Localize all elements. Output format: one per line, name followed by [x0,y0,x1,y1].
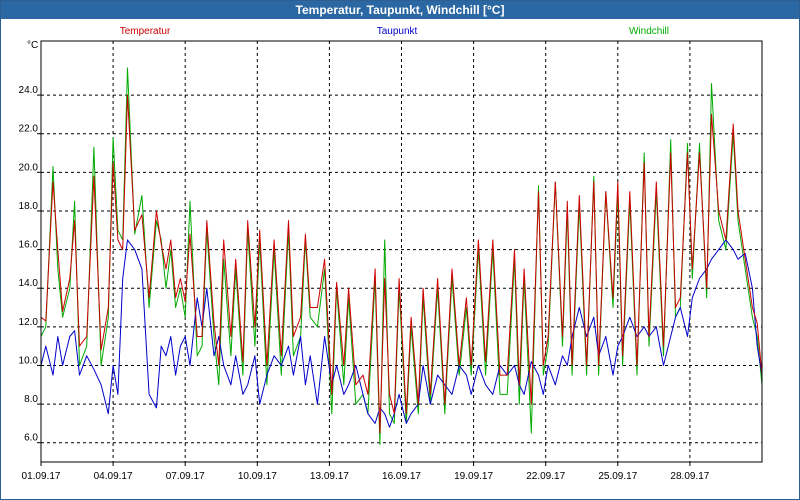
x-tick-label: 22.09.17 [526,471,565,482]
legend-windchill: Windchill [629,26,669,37]
x-tick-label: 01.09.17 [22,471,61,482]
window-title: Temperatur, Taupunkt, Windchill [°C] [1,1,799,19]
x-tick-label: 04.09.17 [94,471,133,482]
y-tick-label: 16.0 [19,240,39,251]
legend: Temperatur Taupunkt Windchill [120,26,669,37]
x-tick-label: 25.09.17 [598,471,637,482]
x-tick-label: 19.09.17 [454,471,493,482]
x-tick-label: 07.09.17 [166,471,205,482]
line-chart: 6.0 8.0 10.0 12.0 14.0 16.0 18.0 20.0 22.0 24.0 0… [19,26,763,482]
x-tick-label: 10.09.17 [238,471,277,482]
chart-window: Temperatur, Taupunkt, Windchill [°C] 6.0… [0,0,800,500]
legend-taupunkt: Taupunkt [377,26,418,37]
y-tick-label: 18.0 [19,201,39,212]
x-tick-label: 28.09.17 [670,471,709,482]
y-tick-label: 24.0 [19,85,39,96]
y-tick-label: 14.0 [19,278,39,289]
y-axis-label: °C [27,40,38,51]
y-axis: 6.0 8.0 10.0 12.0 14.0 16.0 18.0 20.0 22.0 24.0 [19,85,41,444]
x-tick-label: 16.09.17 [382,471,421,482]
y-tick-label: 22.0 [19,124,39,135]
x-axis: 01.09.17 04.09.17 07.09.17 10.09.17 13.09.17… [22,462,710,482]
y-tick-label: 6.0 [24,433,38,444]
x-tick-label: 13.09.17 [310,471,349,482]
legend-temperatur: Temperatur [120,26,171,37]
series-layer [40,67,763,446]
y-tick-label: 8.0 [24,394,38,405]
y-tick-label: 12.0 [19,317,39,328]
y-tick-label: 20.0 [19,162,39,173]
y-tick-label: 10.0 [19,355,39,366]
